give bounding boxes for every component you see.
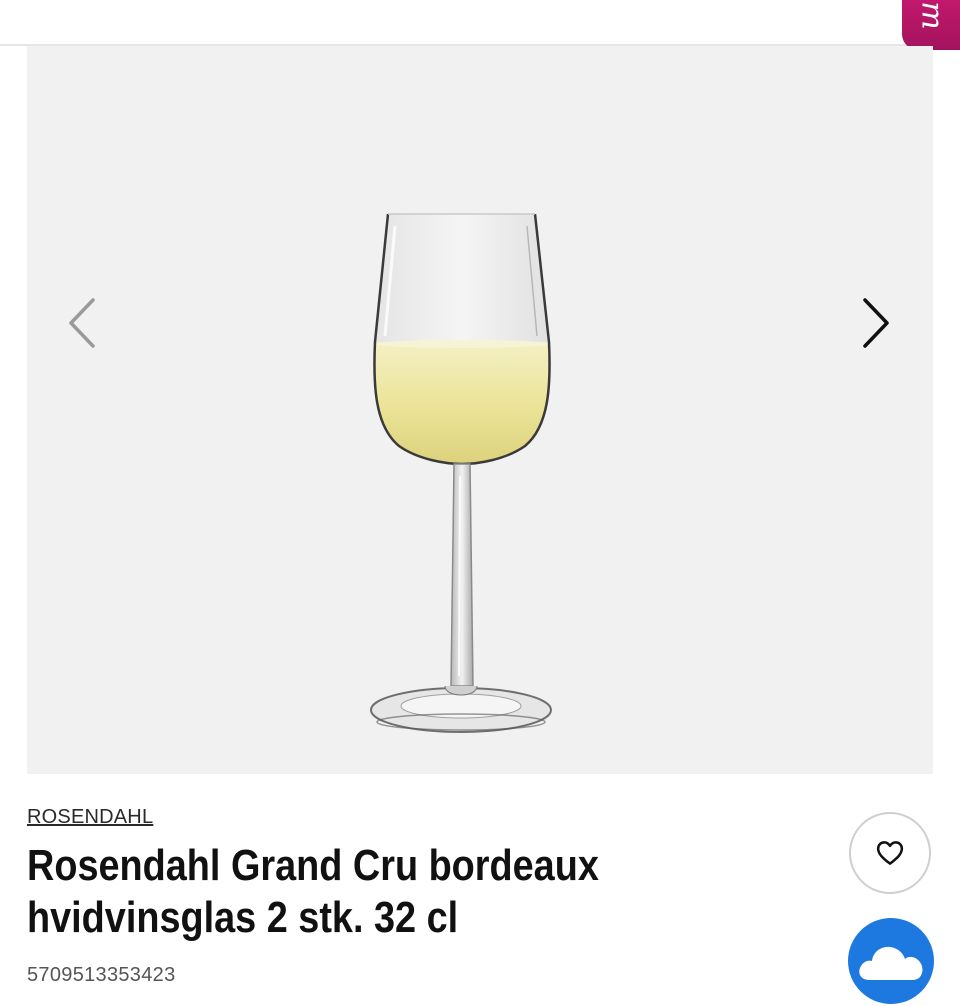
brand-link[interactable]: ROSENDAHL bbox=[27, 806, 153, 829]
chat-cloud-button[interactable] bbox=[848, 918, 934, 1004]
heart-icon bbox=[876, 841, 904, 865]
chevron-right-icon bbox=[863, 298, 889, 348]
product-title: Rosendahl Grand Cru bordeaux hvidvinsgla… bbox=[27, 840, 698, 944]
product-title-line-1: Rosendahl Grand Cru bordeaux bbox=[27, 841, 599, 890]
product-image-gallery[interactable] bbox=[27, 46, 933, 774]
product-ean: 5709513353423 bbox=[27, 964, 176, 986]
product-title-line-2: hvidvinsglas 2 stk. 32 cl bbox=[27, 893, 459, 942]
top-bar bbox=[0, 0, 960, 46]
corner-tab-glyph: m bbox=[914, 1, 950, 30]
gallery-prev-button[interactable] bbox=[63, 296, 103, 350]
corner-menu-tab[interactable]: m bbox=[902, 0, 960, 50]
product-image bbox=[370, 213, 552, 733]
chevron-left-icon bbox=[69, 298, 95, 348]
gallery-next-button[interactable] bbox=[855, 296, 895, 350]
product-page: m ROSENDAHL Rosendahl Grand Cru bordeaux… bbox=[0, 0, 960, 1006]
cloud-icon bbox=[859, 946, 923, 980]
favorite-button[interactable] bbox=[849, 812, 931, 894]
